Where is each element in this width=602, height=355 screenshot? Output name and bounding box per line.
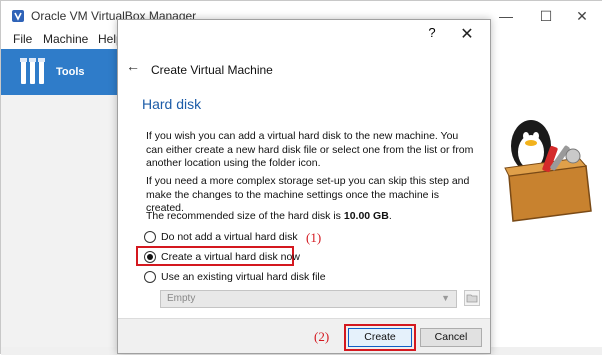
dialog-header: ← Create Virtual Machine bbox=[118, 48, 490, 88]
dialog-title: Create Virtual Machine bbox=[151, 63, 273, 77]
sidebar-item-tools[interactable]: Tools bbox=[1, 49, 118, 95]
recommended-size-suffix: . bbox=[388, 210, 392, 222]
select-value: Empty bbox=[167, 293, 196, 304]
page-title: Hard disk bbox=[142, 96, 202, 112]
recommended-size-value: 10.00 GB bbox=[343, 210, 389, 222]
existing-disk-select[interactable]: Empty ▼ bbox=[160, 290, 457, 308]
tux-toolbox-illustration bbox=[504, 120, 592, 222]
menu-machine[interactable]: Machine bbox=[43, 32, 88, 46]
maximize-button[interactable]: ☐ bbox=[531, 5, 561, 27]
folder-icon[interactable] bbox=[464, 290, 480, 306]
step-annotation-1: (1) bbox=[306, 230, 322, 245]
recommended-size-prefix: The recommended size of the hard disk is bbox=[146, 210, 344, 222]
sidebar-item-label: Tools bbox=[56, 66, 85, 78]
create-button[interactable]: Create bbox=[348, 328, 412, 347]
menu-file[interactable]: File bbox=[13, 32, 32, 46]
dialog-button-bar: (2) Create Cancel bbox=[118, 318, 490, 353]
sidebar: Tools bbox=[1, 49, 118, 355]
create-vm-dialog: ? ✕ ← Create Virtual Machine Hard disk I… bbox=[117, 19, 491, 354]
cancel-button[interactable]: Cancel bbox=[420, 328, 482, 347]
back-arrow-icon[interactable]: ← bbox=[126, 58, 140, 74]
radio-button[interactable] bbox=[144, 231, 156, 243]
step-annotation-2: (2) bbox=[314, 329, 330, 344]
tools-icon bbox=[20, 58, 45, 84]
minimize-button[interactable]: — bbox=[491, 5, 521, 27]
recommended-size-text: The recommended size of the hard disk is… bbox=[146, 210, 392, 222]
virtualbox-app-icon bbox=[12, 10, 24, 22]
radio-button[interactable] bbox=[144, 271, 156, 283]
dialog-titlebar: ? ✕ bbox=[118, 20, 490, 48]
main-close-button[interactable]: ✕ bbox=[567, 5, 597, 27]
dialog-close-button[interactable]: ✕ bbox=[455, 24, 479, 44]
option-label[interactable]: Do not add a virtual hard disk bbox=[161, 231, 298, 243]
chevron-down-icon: ▼ bbox=[441, 293, 450, 303]
option-label[interactable]: Use an existing virtual hard disk file bbox=[161, 271, 326, 283]
dialog-help-button[interactable]: ? bbox=[420, 25, 444, 43]
option-label[interactable]: Create a virtual hard disk now bbox=[161, 251, 300, 263]
description-paragraph-1: If you wish you can add a virtual hard d… bbox=[146, 130, 474, 169]
radio-button-selected[interactable] bbox=[144, 251, 156, 263]
